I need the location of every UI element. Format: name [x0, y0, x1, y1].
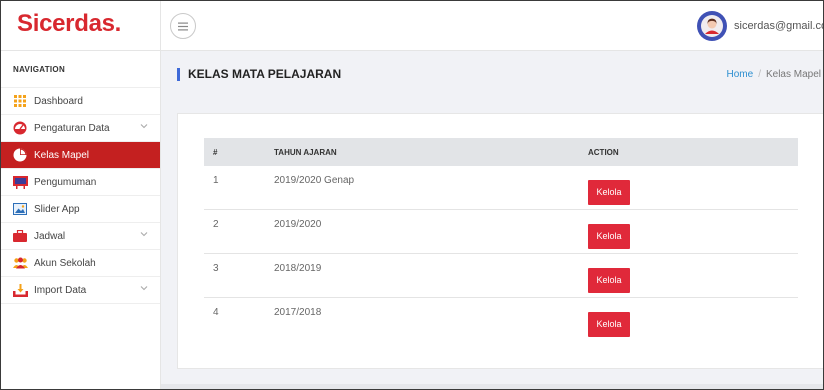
main-content: KELAS MATA PELAJARAN Home / Kelas Mapel # … — [161, 51, 823, 389]
sidebar-item-kelas-mapel[interactable]: Kelas Mapel — [1, 142, 160, 169]
row-action: Kelola — [588, 210, 798, 253]
sidebar-item-label: Jadwal — [34, 230, 66, 242]
sidebar-item-label: Slider App — [34, 203, 80, 215]
top-header: Sicerdas. sicerdas@gmail.com — [1, 1, 823, 51]
sidebar: NAVIGATION Dashboard Pengaturan Data Kel… — [1, 51, 161, 389]
user-avatar-icon — [701, 15, 723, 37]
app-window: Sicerdas. sicerdas@gmail.com NAVIGATIO — [0, 0, 824, 390]
sidebar-item-akun-sekolah[interactable]: Akun Sekolah — [1, 250, 160, 277]
content-card: # TAHUN AJARAN ACTION 1 2019/2020 Genap … — [177, 113, 823, 369]
row-tahun-ajaran: 2019/2020 Genap — [274, 175, 355, 186]
table-row: 3 2018/2019 Kelola — [204, 254, 798, 298]
sidebar-item-label: Pengaturan Data — [34, 122, 110, 134]
footer-band — [161, 384, 823, 389]
hamburger-icon — [178, 22, 188, 30]
breadcrumb: Home / Kelas Mapel — [727, 69, 822, 80]
chevron-down-icon — [140, 124, 148, 129]
brand-area: Sicerdas. — [1, 1, 161, 51]
sidebar-item-dashboard[interactable]: Dashboard — [1, 88, 160, 115]
kelola-button[interactable]: Kelola — [588, 312, 630, 337]
menu-toggle-button[interactable] — [170, 13, 196, 39]
sidebar-item-pengumuman[interactable]: Pengumuman — [1, 169, 160, 196]
row-action: Kelola — [588, 298, 798, 342]
chevron-down-icon — [140, 286, 148, 291]
row-tahun-ajaran: 2018/2019 — [274, 263, 322, 274]
row-action: Kelola — [588, 254, 798, 297]
table-row: 1 2019/2020 Genap Kelola — [204, 166, 798, 210]
download-tray-icon — [12, 283, 28, 297]
kelola-button[interactable]: Kelola — [588, 224, 630, 249]
kelola-button[interactable]: Kelola — [588, 180, 630, 205]
sidebar-item-label: Dashboard — [34, 95, 83, 107]
kelola-button[interactable]: Kelola — [588, 268, 630, 293]
briefcase-icon — [12, 229, 28, 243]
sidebar-item-label: Import Data — [34, 284, 87, 296]
dashboard-icon — [12, 121, 28, 135]
row-action: Kelola — [588, 166, 798, 209]
table-row: 2 2019/2020 Kelola — [204, 210, 798, 254]
users-icon — [12, 256, 28, 270]
row-tahun-ajaran: 2017/2018 — [274, 307, 322, 318]
breadcrumb-current: Kelas Mapel — [765, 69, 821, 80]
sidebar-item-pengaturan-data[interactable]: Pengaturan Data — [1, 115, 160, 142]
row-number: 1 — [213, 175, 219, 186]
sidebar-item-slider-app[interactable]: Slider App — [1, 196, 160, 223]
chevron-down-icon — [140, 232, 148, 237]
table-row: 4 2017/2018 Kelola — [204, 298, 798, 342]
sidebar-item-label: Kelas Mapel — [34, 149, 90, 161]
nav-heading: NAVIGATION — [1, 51, 160, 88]
column-header-tahun-ajaran: TAHUN AJARAN — [274, 147, 337, 157]
breadcrumb-separator: / — [758, 69, 761, 80]
user-menu[interactable]: sicerdas@gmail.com — [697, 9, 823, 43]
row-number: 2 — [213, 219, 219, 230]
kelas-table: # TAHUN AJARAN ACTION 1 2019/2020 Genap … — [204, 138, 798, 342]
board-icon — [12, 175, 28, 189]
avatar[interactable] — [697, 11, 727, 41]
sidebar-item-import-data[interactable]: Import Data — [1, 277, 160, 304]
row-tahun-ajaran: 2019/2020 — [274, 219, 322, 230]
user-email[interactable]: sicerdas@gmail.com — [734, 20, 823, 32]
breadcrumb-home-link[interactable]: Home — [727, 69, 754, 80]
sidebar-item-label: Pengumuman — [34, 176, 97, 188]
image-icon — [12, 202, 28, 216]
table-header: # TAHUN AJARAN ACTION — [204, 138, 798, 166]
column-header-number: # — [213, 147, 218, 157]
sidebar-item-jadwal[interactable]: Jadwal — [1, 223, 160, 250]
brand-logo[interactable]: Sicerdas. — [17, 10, 121, 38]
row-number: 3 — [213, 263, 219, 274]
row-number: 4 — [213, 307, 219, 318]
grid-icon — [12, 94, 28, 108]
sidebar-item-label: Akun Sekolah — [34, 257, 96, 269]
column-header-action: ACTION — [588, 147, 619, 157]
page-title: KELAS MATA PELAJARAN — [177, 68, 341, 81]
page-header: KELAS MATA PELAJARAN Home / Kelas Mapel — [161, 51, 823, 99]
pie-chart-icon — [12, 148, 28, 162]
